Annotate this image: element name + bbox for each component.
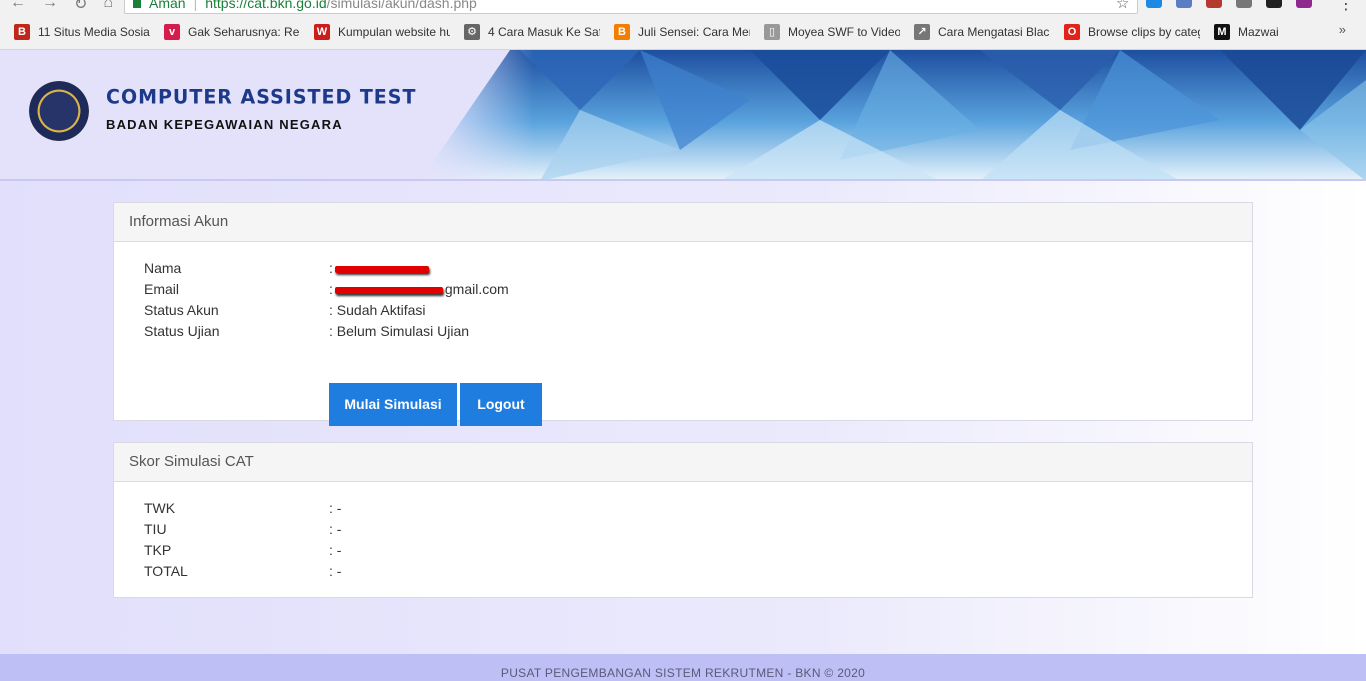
score-row-twk: TWK : - — [144, 500, 342, 516]
main-content: Informasi Akun Nama : Email : gmail.com S… — [0, 181, 1366, 654]
redaction-mark — [334, 286, 443, 294]
account-row-email: Email : gmail.com — [144, 281, 509, 297]
site-subtitle: BADAN KEPEGAWAIAN NEGARA — [106, 117, 343, 132]
url-host: https://cat.bkn.go.id — [205, 0, 327, 11]
score-row-tkp: TKP : - — [144, 542, 342, 558]
account-row-status-akun: Status Akun : Sudah Aktifasi — [144, 302, 426, 318]
bookmarks-bar: B 11 Situs Media Sosial v Gak Seharusnya: R… — [0, 14, 1366, 50]
page-icon: ▯ — [764, 23, 780, 40]
account-info-panel: Informasi Akun Nama : Email : gmail.com S… — [113, 202, 1253, 426]
bookmark-star-icon[interactable]: ☆ — [1116, 0, 1129, 12]
banner-geometric-art — [420, 50, 1366, 179]
bkn-logo-seal — [29, 81, 89, 141]
start-simulation-button[interactable]: Mulai Simulasi — [329, 383, 457, 426]
bookmark-label: Cara Mengatasi Black — [938, 24, 1050, 39]
score-heading: Skor Simulasi CAT — [114, 443, 1252, 482]
address-bar[interactable]: Aman | https://cat.bkn.go.id/simulasi/akun… — [124, 0, 1138, 14]
bookmark-label: 4 Cara Masuk Ke Safe — [488, 24, 600, 39]
url-path: /simulasi/akun/dash.php — [326, 0, 477, 11]
bookmark-label: Moyea SWF to Video — [788, 24, 900, 39]
account-info-heading: Informasi Akun — [114, 203, 1252, 242]
nav-buttons: ← → ↻ ⌂ — [10, 0, 113, 14]
browser-toolbar: ← → ↻ ⌂ Aman | https://cat.bkn.go.id/simul… — [0, 0, 1366, 14]
bookmark-item[interactable]: ▯ Moyea SWF to Video — [764, 23, 900, 40]
extension-icons — [1146, 0, 1312, 8]
bookmarks-overflow-icon[interactable]: » — [1339, 22, 1346, 37]
link-icon: ↗ — [914, 23, 930, 40]
site-title: COMPUTER ASSISTED TEST — [106, 85, 417, 109]
account-row-status-ujian: Status Ujian : Belum Simulasi Ujian — [144, 323, 470, 339]
bookmark-label: Kumpulan website hu — [338, 24, 450, 39]
gear-icon: ⚙ — [464, 23, 480, 40]
w-logo-icon: W — [314, 23, 330, 40]
b-logo-icon: B — [14, 23, 30, 40]
reload-icon[interactable]: ↻ — [74, 0, 87, 14]
bookmark-item[interactable]: v Gak Seharusnya: Rebel — [164, 23, 300, 40]
bookmark-label: Mazwai — [1238, 24, 1279, 39]
bookmark-label: Browse clips by categ — [1088, 24, 1200, 39]
site-footer: PUSAT PENGEMBANGAN SISTEM REKRUTMEN - BK… — [0, 654, 1366, 681]
forward-icon[interactable]: → — [42, 0, 58, 14]
score-panel: Skor Simulasi CAT TWK : - TIU : - TKP : … — [113, 442, 1253, 598]
bookmark-item[interactable]: B Juli Sensei: Cara Mem — [614, 23, 750, 40]
bookmark-item[interactable]: ↗ Cara Mengatasi Black — [914, 23, 1050, 40]
bookmark-item[interactable]: B 11 Situs Media Sosial — [14, 23, 150, 40]
red-extension-icon[interactable] — [1206, 0, 1222, 8]
bookmark-label: 11 Situs Media Sosial — [38, 24, 150, 39]
logout-button[interactable]: Logout — [460, 383, 542, 426]
office-icon: O — [1064, 23, 1080, 40]
mazwai-icon: M — [1214, 23, 1230, 40]
messenger-extension-icon[interactable] — [1146, 0, 1162, 8]
bookmark-label: Juli Sensei: Cara Mem — [638, 24, 750, 39]
puzzle-extension-icon[interactable] — [1176, 0, 1192, 8]
score-row-tiu: TIU : - — [144, 521, 342, 537]
bookmark-item[interactable]: O Browse clips by categ — [1064, 23, 1200, 40]
bookmark-label: Gak Seharusnya: Rebel — [188, 24, 300, 39]
v-logo-icon: v — [164, 23, 180, 40]
score-row-total: TOTAL : - — [144, 563, 342, 579]
bookmark-item[interactable]: ⚙ 4 Cara Masuk Ke Safe — [464, 23, 600, 40]
w-extension-icon[interactable] — [1266, 0, 1282, 8]
site-header: COMPUTER ASSISTED TEST BADAN KEPEGAWAIAN… — [0, 50, 1366, 181]
lock-icon — [133, 0, 141, 8]
bookmark-item[interactable]: W Kumpulan website hu — [314, 23, 450, 40]
mail-extension-icon[interactable] — [1236, 0, 1252, 8]
kebab-menu-icon[interactable]: ⋮ — [1338, 0, 1354, 14]
account-row-name: Nama : — [144, 258, 744, 279]
secure-label: Aman — [149, 0, 186, 11]
home-icon[interactable]: ⌂ — [103, 0, 113, 14]
back-icon[interactable]: ← — [10, 0, 26, 14]
bookmark-item[interactable]: M Mazwai — [1214, 23, 1279, 40]
redaction-mark — [334, 265, 429, 273]
blogger-icon: B — [614, 23, 630, 40]
purple-extension-icon[interactable] — [1296, 0, 1312, 8]
